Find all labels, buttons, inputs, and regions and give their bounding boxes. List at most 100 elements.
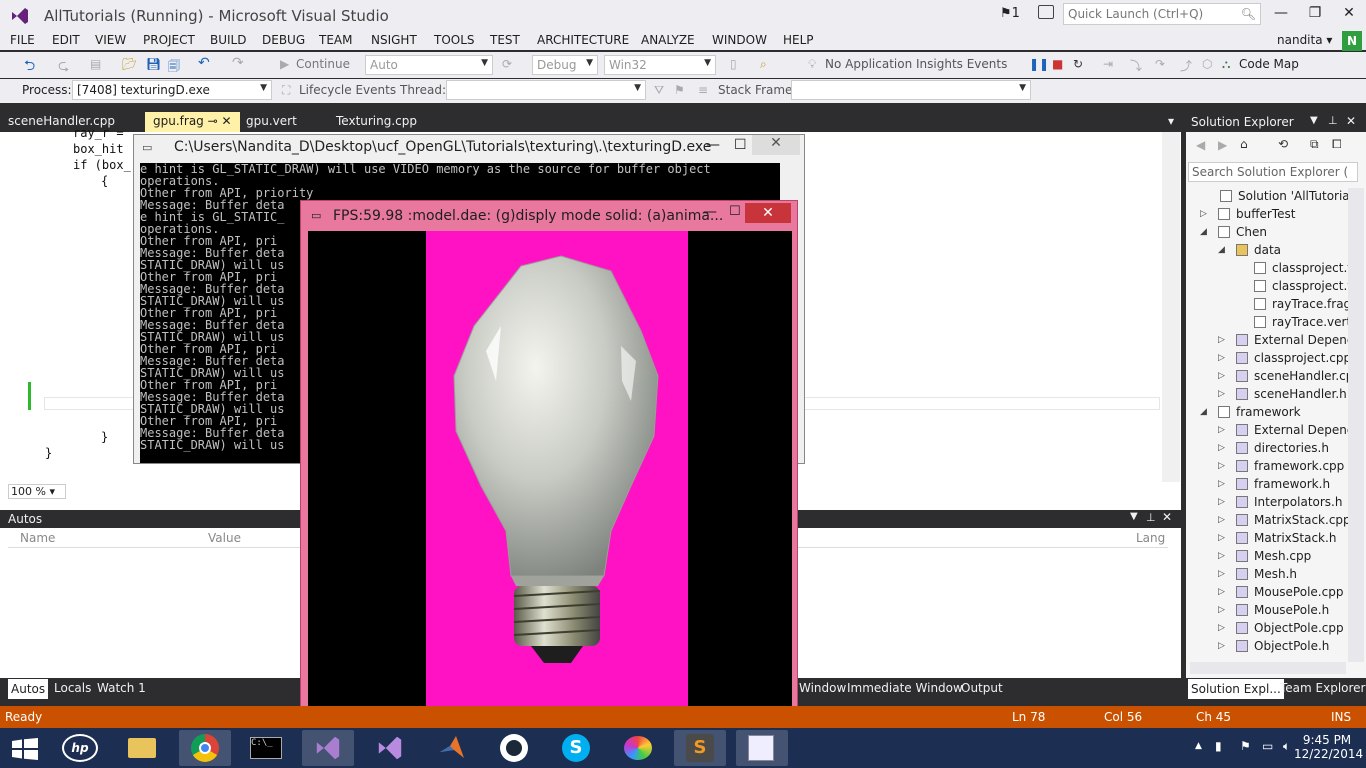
collapse-arrow-icon[interactable]: ◢ xyxy=(1200,407,1207,417)
user-name[interactable]: nandita ▾ xyxy=(1277,33,1332,47)
menu-file[interactable]: FILE xyxy=(10,33,35,47)
forward-icon[interactable]: ▶ xyxy=(1218,138,1227,152)
restart-icon[interactable]: ↻ xyxy=(1073,57,1083,71)
chrome-icon[interactable] xyxy=(179,730,231,766)
zoom-dropdown[interactable]: 100 % ▾ xyxy=(8,484,66,499)
file-explorer-icon[interactable] xyxy=(116,730,168,766)
close-icon[interactable]: ✕ xyxy=(1162,510,1172,524)
menu-edit[interactable]: EDIT xyxy=(52,33,80,47)
break-all-icon[interactable]: ❚❚ xyxy=(1029,57,1049,71)
menu-help[interactable]: HELP xyxy=(783,33,814,47)
expand-arrow-icon[interactable]: ▷ xyxy=(1218,443,1225,453)
new-project-icon[interactable]: ▤ xyxy=(90,57,101,71)
save-all-icon[interactable]: 🗐︎ xyxy=(168,57,180,78)
notifications-flag[interactable]: ⚑1 xyxy=(1000,6,1020,21)
tree-item[interactable]: classproject.v xyxy=(1186,278,1350,296)
undo-icon[interactable]: ↶ xyxy=(198,55,210,71)
step-over-icon[interactable]: ↷ xyxy=(1155,57,1165,71)
tab-solution-explorer[interactable]: Solution Expl... xyxy=(1188,679,1284,699)
build-config-dropdown[interactable]: Debug ▼ xyxy=(532,55,598,75)
render-canvas[interactable] xyxy=(308,231,792,716)
visual-studio-alt-icon[interactable] xyxy=(364,730,416,766)
back-icon[interactable]: ⮌ xyxy=(24,55,35,79)
tab-output[interactable]: Output xyxy=(961,681,1003,695)
expand-arrow-icon[interactable]: ▷ xyxy=(1218,515,1225,525)
tree-item[interactable]: ▷ framework.h xyxy=(1186,476,1350,494)
expand-arrow-icon[interactable]: ▷ xyxy=(1218,623,1225,633)
gl-close-button[interactable]: ✕ xyxy=(745,203,791,223)
sublime-text-icon[interactable]: S xyxy=(674,730,726,766)
expand-arrow-icon[interactable]: ▷ xyxy=(1218,389,1225,399)
tab-immediate-window[interactable]: Immediate Window xyxy=(847,681,963,695)
flag-icon[interactable]: ⚑ xyxy=(1240,739,1251,753)
pin-icon[interactable]: ⊥ xyxy=(1328,114,1338,127)
quick-launch-input[interactable]: Quick Launch (Ctrl+Q) 🔍︎ xyxy=(1063,3,1261,25)
tree-item[interactable]: ▷ External Depend xyxy=(1186,332,1350,350)
redo-icon[interactable]: ↷ xyxy=(232,55,244,71)
hp-icon[interactable]: hp xyxy=(62,734,98,762)
step-into-icon[interactable]: ⤵ xyxy=(1130,57,1142,74)
tab-gpu-frag[interactable]: gpu.frag ⊸ ✕ xyxy=(145,112,240,132)
steam-icon[interactable] xyxy=(488,730,540,766)
find-icon[interactable]: ⌕ xyxy=(760,57,767,72)
expand-arrow-icon[interactable]: ▷ xyxy=(1218,551,1225,561)
menu-debug[interactable]: DEBUG xyxy=(262,33,305,47)
column-name[interactable]: Name xyxy=(20,531,55,545)
network-icon[interactable]: ▭ xyxy=(1262,739,1273,753)
menu-view[interactable]: VIEW xyxy=(95,33,126,47)
feedback-icon[interactable] xyxy=(1038,5,1054,19)
stop-icon[interactable]: ■ xyxy=(1052,57,1063,71)
tree-item[interactable]: ▷ classproject.cpp xyxy=(1186,350,1350,368)
insights-dropdown[interactable]: No Application Insights Events xyxy=(825,57,1007,71)
tree-item[interactable]: ▷ External Depend xyxy=(1186,422,1350,440)
tab-autos[interactable]: Autos xyxy=(8,679,49,699)
hex-icon[interactable]: ⬡ xyxy=(1202,57,1212,71)
minimize-button[interactable]: — xyxy=(1270,5,1292,23)
menu-architecture[interactable]: ARCHITECTURE xyxy=(537,33,629,47)
menu-nsight[interactable]: NSIGHT xyxy=(371,33,417,47)
tree-item[interactable]: ▷ MousePole.cpp xyxy=(1186,584,1350,602)
expand-arrow-icon[interactable]: ▷ xyxy=(1218,605,1225,615)
tree-item[interactable]: ▷ sceneHandler.cp xyxy=(1186,368,1350,386)
opengl-window[interactable]: ▭ FPS:59.98 :model.dae: (g)disply mode s… xyxy=(300,200,798,720)
tree-item[interactable]: ▷ ObjectPole.cpp xyxy=(1186,620,1350,638)
tree-item[interactable]: Solution 'AllTutorials' ( xyxy=(1186,188,1350,206)
save-icon[interactable]: 💾︎ xyxy=(146,57,161,71)
step-out-icon[interactable]: ⤴ xyxy=(1180,57,1192,74)
pin-icon[interactable]: ⊥ xyxy=(1146,511,1156,524)
expand-arrow-icon[interactable]: ▷ xyxy=(1218,497,1225,507)
collapse-arrow-icon[interactable]: ◢ xyxy=(1200,227,1207,237)
menu-tools[interactable]: TOOLS xyxy=(434,33,475,47)
expand-arrow-icon[interactable]: ▷ xyxy=(1218,425,1225,435)
console-close-button[interactable]: ✕ xyxy=(752,135,800,155)
expand-arrow-icon[interactable]: ▷ xyxy=(1218,569,1225,579)
menu-test[interactable]: TEST xyxy=(490,33,520,47)
panel-menu-icon[interactable]: ▼ xyxy=(1310,115,1318,126)
home-icon[interactable]: ⌂ xyxy=(1240,137,1248,151)
menu-analyze[interactable]: ANALYZE xyxy=(641,33,695,47)
tree-item[interactable]: ▷ framework.cpp xyxy=(1186,458,1350,476)
properties-icon[interactable]: ⧠ xyxy=(1332,137,1342,152)
tree-item[interactable]: ▷ directories.h xyxy=(1186,440,1350,458)
collapse-all-icon[interactable]: ⧉ xyxy=(1310,137,1319,152)
expand-arrow-icon[interactable]: ▷ xyxy=(1218,335,1225,345)
attach-icon[interactable]: ▯ xyxy=(730,57,737,71)
tree-item[interactable]: ▷ Mesh.cpp xyxy=(1186,548,1350,566)
avatar[interactable]: N xyxy=(1342,31,1362,51)
stack-frame-dropdown[interactable]: ▼ xyxy=(791,80,1031,100)
column-lang[interactable]: Lang xyxy=(1136,531,1165,545)
solution-config-dropdown[interactable]: Auto ▼ xyxy=(365,55,493,75)
expand-arrow-icon[interactable]: ▷ xyxy=(1218,461,1225,471)
tree-item[interactable]: ▷ ObjectPole.h xyxy=(1186,638,1350,656)
continue-icon[interactable]: ▶ xyxy=(280,57,289,71)
volume-icon[interactable]: 🔈︎ xyxy=(1283,739,1290,754)
filter-icon[interactable]: ⛛ xyxy=(654,83,664,98)
tab-window[interactable]: Window xyxy=(799,681,846,695)
close-button[interactable]: ✕ xyxy=(1338,5,1360,23)
sync-icon[interactable]: ⟲ xyxy=(1278,137,1288,151)
system-clock[interactable]: 9:45 PM 12/22/2014 xyxy=(1294,733,1363,761)
tree-item[interactable]: ▷ Mesh.h xyxy=(1186,566,1350,584)
expand-arrow-icon[interactable]: ▷ xyxy=(1218,371,1225,381)
tab-watch-1[interactable]: Watch 1 xyxy=(97,681,146,695)
expand-arrow-icon[interactable]: ▷ xyxy=(1218,641,1225,651)
